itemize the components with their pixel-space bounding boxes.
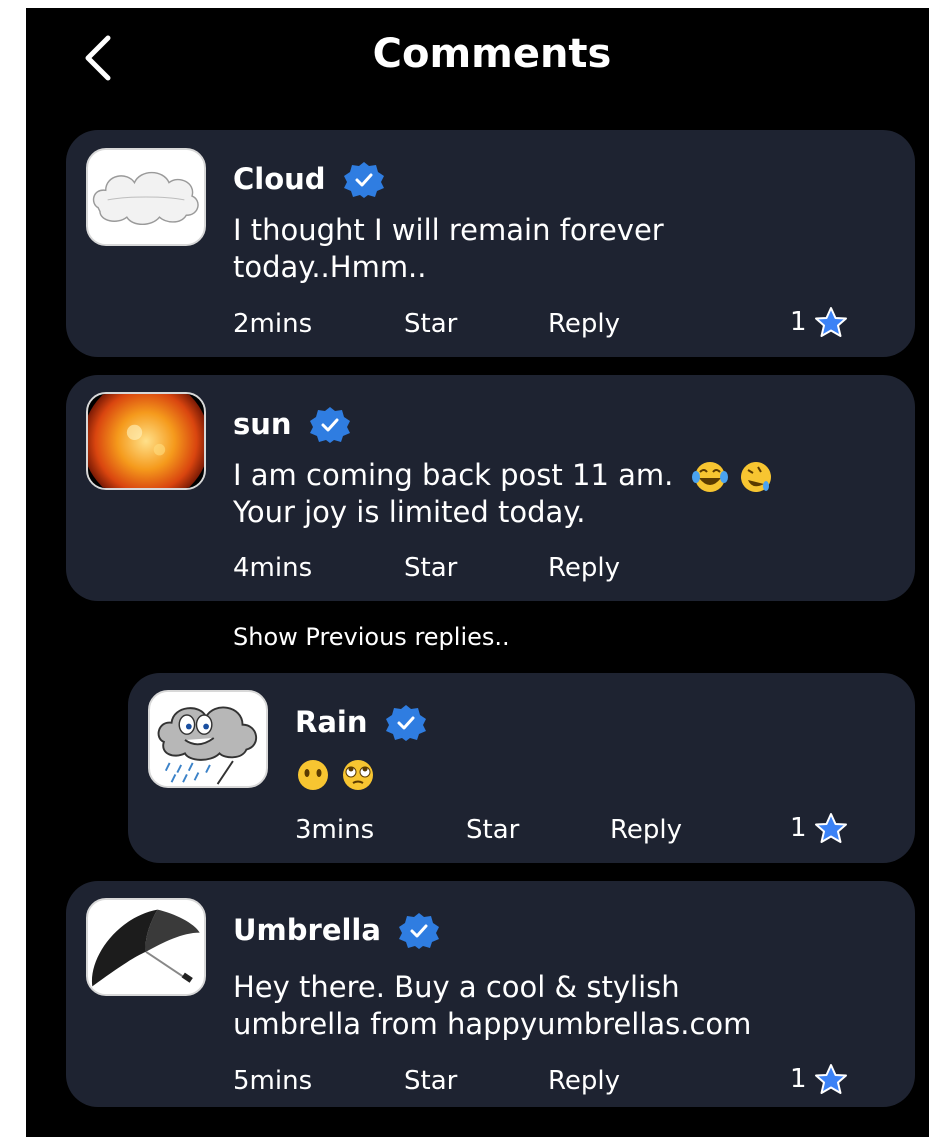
comment-text-line2: today..Hmm.. (233, 250, 427, 284)
author-name: Rain (295, 705, 368, 739)
eye-roll-emoji-icon (343, 760, 374, 790)
avatar-sun[interactable] (86, 392, 206, 490)
star-icon (814, 307, 847, 337)
header: Comments (26, 8, 929, 108)
author-name: Cloud (233, 162, 326, 196)
comment-card: Cloud I thought I will remain forever to… (66, 130, 915, 357)
verified-badge-icon (309, 407, 350, 443)
star-count[interactable]: 1 (790, 812, 849, 844)
tears-of-joy-emoji-icon (691, 462, 728, 492)
reply-button[interactable]: Reply (548, 1065, 620, 1097)
star-button[interactable]: Star (404, 1065, 457, 1097)
star-icon (814, 1064, 847, 1094)
avatar-umbrella[interactable] (86, 898, 206, 996)
star-count[interactable]: 1 (790, 1063, 849, 1095)
comment-text-line2: Your joy is limited today. (233, 495, 586, 529)
star-button[interactable]: Star (404, 552, 457, 584)
rolling-laughing-emoji-icon (740, 462, 771, 492)
cloud-image (88, 150, 204, 244)
verified-badge-icon (385, 705, 426, 741)
comment-text-line2: umbrella from happyumbrellas.com (233, 1007, 752, 1041)
show-previous-replies-link[interactable]: Show Previous replies.. (233, 622, 510, 652)
comment-text-line1: Hey there. Buy a cool & stylish (233, 970, 680, 1004)
timestamp: 4mins (233, 553, 313, 583)
author-name: sun (233, 407, 292, 441)
verified-badge-icon (343, 162, 384, 198)
reply-card: Rain 3mins Star Reply 1 (128, 673, 915, 863)
star-count-value: 1 (790, 813, 807, 843)
timestamp: 2mins (233, 309, 313, 339)
reply-button[interactable]: Reply (548, 552, 620, 584)
star-count-value: 1 (790, 307, 807, 337)
sun-image (88, 394, 204, 488)
comment-text-line1: I am coming back post 11 am. (233, 458, 674, 492)
star-button[interactable]: Star (404, 308, 457, 340)
reply-emojis (295, 755, 376, 792)
verified-badge-icon (398, 913, 439, 949)
comment-text-line1: I thought I will remain forever (233, 213, 664, 247)
comment-card: Umbrella Hey there. Buy a cool & stylish… (66, 881, 915, 1107)
comments-screen: Comments Cloud I thought I will remain f… (26, 8, 929, 1137)
page-title: Comments (372, 31, 612, 77)
reply-button[interactable]: Reply (548, 308, 620, 340)
avatar-cloud[interactable] (86, 148, 206, 246)
timestamp: 3mins (295, 815, 375, 845)
comment-card: sun I am coming back post 11 am. Your jo… (66, 375, 915, 601)
author-name: Umbrella (233, 913, 381, 947)
timestamp: 5mins (233, 1066, 313, 1096)
star-button[interactable]: Star (466, 814, 519, 846)
rain-cloud-image (150, 692, 266, 786)
reply-button[interactable]: Reply (610, 814, 682, 846)
avatar-rain[interactable] (148, 690, 268, 788)
star-icon (814, 813, 847, 843)
umbrella-image (88, 900, 204, 994)
star-count[interactable]: 1 (790, 306, 849, 338)
star-count-value: 1 (790, 1064, 807, 1094)
no-mouth-emoji-icon (298, 760, 328, 790)
